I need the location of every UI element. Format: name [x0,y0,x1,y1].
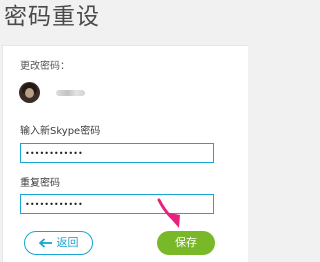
new-password-field[interactable] [20,143,214,163]
blurred-username [56,90,85,96]
save-button[interactable]: 保存 [157,231,215,255]
back-button-label: 返回 [56,236,79,249]
repeat-password-field[interactable] [20,194,214,214]
back-button[interactable]: 返回 [24,231,93,255]
page-title: 密码重设 [4,4,100,30]
avatar-face [25,88,34,98]
avatar [19,82,40,103]
new-password-label: 输入新Skype密码 [20,126,101,137]
change-password-label: 更改密码： [20,61,70,72]
repeat-password-label: 重复密码 [20,178,60,189]
arrow-left-icon [38,238,52,248]
